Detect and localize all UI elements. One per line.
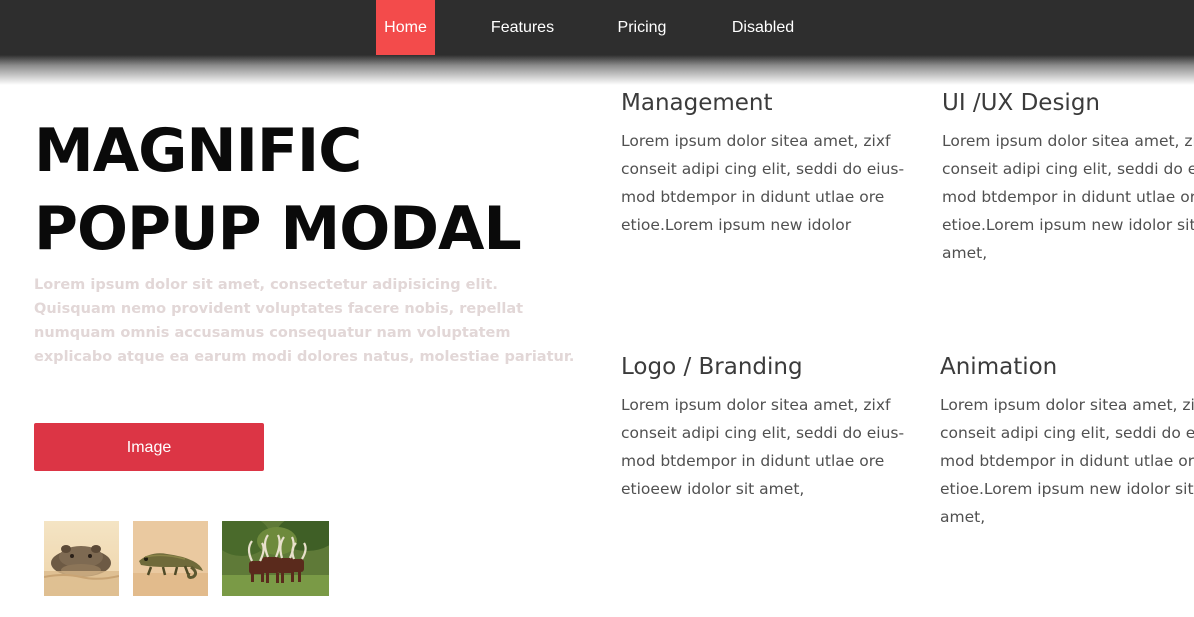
service-title: Animation bbox=[940, 354, 1058, 380]
cattle-image bbox=[222, 521, 329, 596]
service-text: Lorem ipsum dolor sitea amet, zixf conse… bbox=[621, 132, 905, 234]
thumbnail-cattle[interactable] bbox=[222, 521, 329, 596]
hippo-image bbox=[44, 521, 119, 596]
service-text: Lorem ipsum dolor sitea amet, zixf conse… bbox=[621, 396, 905, 498]
page-title-line-1: MAGNIFIC bbox=[34, 116, 362, 186]
service-ui-ux-design: UI /UX Design Lorem ipsum dolor sitea am… bbox=[942, 88, 1194, 267]
navbar-shadow bbox=[0, 55, 1194, 85]
thumbnail-chameleon[interactable] bbox=[133, 521, 208, 596]
page-title: MAGNIFIC POPUP MODAL bbox=[34, 112, 594, 268]
chameleon-image bbox=[133, 521, 208, 596]
hero-description: Lorem ipsum dolor sit amet, consectetur … bbox=[34, 277, 575, 365]
nav-item-features[interactable]: Features bbox=[480, 0, 565, 55]
page-title-line-2: POPUP MODAL bbox=[34, 194, 522, 264]
service-logo-branding: Logo / Branding Lorem ipsum dolor sitea … bbox=[621, 352, 931, 503]
image-popup-button[interactable]: Image bbox=[34, 423, 264, 471]
service-management: Management Lorem ipsum dolor sitea amet,… bbox=[621, 88, 931, 239]
service-text: Lorem ipsum dolor sitea amet, zixf conse… bbox=[942, 132, 1194, 262]
service-text: Lorem ipsum dolor sitea amet, zixf conse… bbox=[940, 396, 1194, 526]
service-title: UI /UX Design bbox=[942, 90, 1100, 116]
service-animation: Animation Lorem ipsum dolor sitea amet, … bbox=[940, 352, 1194, 531]
service-title: Logo / Branding bbox=[621, 354, 803, 380]
nav-item-disabled[interactable]: Disabled bbox=[720, 0, 806, 55]
thumbnail-hippo[interactable] bbox=[44, 521, 119, 596]
nav-item-pricing[interactable]: Pricing bbox=[605, 0, 679, 55]
service-title: Management bbox=[621, 90, 773, 116]
navbar: Home Features Pricing Disabled bbox=[0, 0, 1194, 55]
nav-item-home[interactable]: Home bbox=[376, 0, 435, 55]
